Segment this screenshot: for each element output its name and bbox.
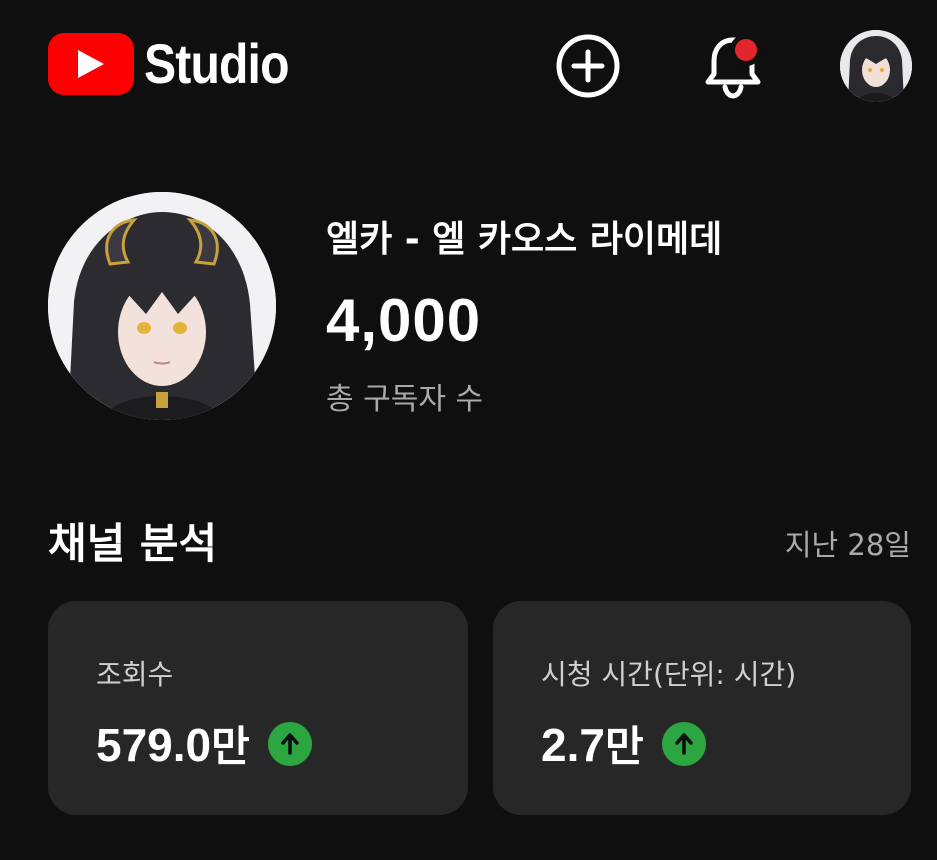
watch-time-card[interactable]: 시청 시간(단위: 시간) 2.7만	[493, 601, 911, 815]
views-value-row: 579.0만	[96, 713, 312, 774]
youtube-studio-logo[interactable]: Studio	[48, 33, 312, 95]
watch-time-value: 2.7만	[541, 719, 644, 771]
channel-analytics-title: 채널 분석	[48, 519, 218, 568]
create-button[interactable]	[552, 30, 624, 102]
trend-up-icon	[661, 721, 706, 766]
views-label: 조회수	[96, 658, 174, 691]
views-value: 579.0만	[96, 719, 250, 771]
watch-time-label: 시청 시간(단위: 시간)	[541, 658, 797, 691]
subscriber-label: 총 구독자 수	[326, 382, 484, 417]
account-avatar[interactable]	[840, 30, 912, 102]
channel-avatar[interactable]	[48, 192, 276, 420]
period-label: 지난 28일	[784, 528, 911, 562]
subscriber-count: 4,000	[326, 287, 482, 354]
notification-badge	[730, 34, 762, 66]
create-plus-icon	[556, 34, 620, 98]
views-card[interactable]: 조회수 579.0만	[48, 601, 468, 815]
trend-up-icon	[267, 721, 312, 766]
channel-name: 엘카 - 엘 카오스 라이메데	[326, 219, 723, 260]
youtube-play-icon	[48, 33, 134, 95]
watch-time-value-row: 2.7만	[541, 713, 706, 774]
logo-text: Studio	[144, 32, 290, 95]
top-app-bar: Studio	[0, 0, 937, 136]
